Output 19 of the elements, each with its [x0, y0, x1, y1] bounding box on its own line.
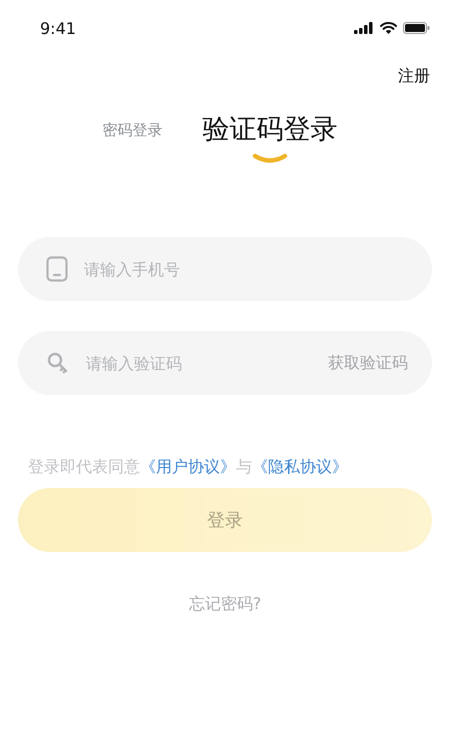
signal-icon [354, 22, 374, 34]
input-field[interactable]: 请输入手机号 [18, 237, 432, 301]
user-agreement-link[interactable]: 《用户协议》 [140, 457, 236, 476]
text-input[interactable]: 请输入手机号 [82, 258, 408, 280]
tab-indicator-icon [252, 153, 288, 163]
battery-icon [403, 22, 430, 34]
forgot-password-link[interactable]: 忘记密码? [188, 594, 262, 615]
phone-icon [46, 256, 68, 282]
login-tab[interactable]: 验证码登录 [202, 111, 338, 147]
key-icon [46, 351, 70, 375]
agreement-text: 登录即代表同意《用户协议》与《隐私协议》 [28, 457, 349, 478]
get-code-link[interactable]: 获取验证码 [328, 352, 408, 374]
input-field[interactable]: 请输入验证码 获取验证码 [18, 331, 432, 395]
privacy-policy-link[interactable]: 《隐私协议》 [252, 457, 348, 476]
text-input[interactable]: 请输入验证码 [84, 352, 314, 374]
login-tab[interactable]: 密码登录 [102, 121, 162, 140]
wifi-icon [380, 22, 397, 34]
status-time: 9:41 [40, 18, 76, 38]
register-link[interactable]: 注册 [398, 66, 430, 87]
